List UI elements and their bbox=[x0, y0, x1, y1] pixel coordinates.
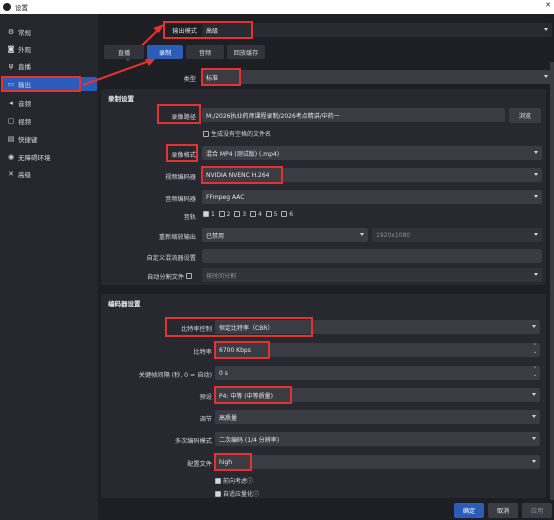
track-5-checkbox[interactable] bbox=[265, 210, 272, 217]
spin-arrows-icon[interactable]: ⌃ ⌄ bbox=[533, 343, 537, 355]
highlight-box-profile bbox=[214, 453, 252, 471]
chevron-down-icon bbox=[532, 460, 536, 463]
multipass-select[interactable]: 二次编码 (1/4 分辨率) bbox=[215, 432, 540, 446]
track-2-checkbox[interactable] bbox=[218, 210, 225, 217]
chevron-down-icon bbox=[534, 233, 538, 236]
highlight-box-output-mode bbox=[163, 21, 253, 39]
track-3-checkbox[interactable] bbox=[234, 210, 241, 217]
arrow-sidebar-to-tab bbox=[82, 59, 153, 86]
browse-button[interactable]: 浏览 bbox=[509, 108, 541, 123]
checkbox[interactable] bbox=[186, 273, 193, 279]
audio-encoder-label: 音频编码器 bbox=[165, 196, 196, 203]
chevron-down-icon bbox=[534, 195, 538, 198]
record-path-field[interactable]: M:/2026执业药师课程录制/2026考点精讲/中药一 bbox=[202, 108, 505, 122]
keyframe-interval-label: 关键帧间隔 (秒, 0 = 自动) bbox=[138, 372, 212, 379]
tab-audio[interactable]: 音频 bbox=[186, 45, 224, 59]
auto-split-option[interactable]: 自动分割文件 bbox=[147, 272, 194, 281]
audio-tracks-label: 音轨 bbox=[183, 214, 196, 221]
highlight-box-rate-control bbox=[165, 317, 313, 337]
auto-split-select[interactable]: 按时间分割 bbox=[202, 268, 542, 282]
no-space-filename-option[interactable]: 生成没有空格的文件名 bbox=[203, 129, 271, 138]
recording-section-title: 录制设置 bbox=[108, 95, 134, 103]
tab-stream[interactable]: 直播 bbox=[104, 45, 144, 59]
highlight-box-record-path bbox=[157, 104, 201, 124]
bitrate-label: 比特率 bbox=[193, 349, 212, 356]
record-format-select[interactable]: 混合 MP4 (测试版) (.mp4) bbox=[202, 146, 542, 160]
scrollbar[interactable] bbox=[550, 62, 554, 500]
help-icon[interactable]: ⓘ bbox=[253, 491, 259, 498]
highlight-box-video-encoder bbox=[201, 166, 283, 184]
chevron-down-icon bbox=[534, 173, 538, 176]
highlight-box-type bbox=[201, 68, 241, 86]
help-icon[interactable]: ⓘ bbox=[247, 478, 253, 485]
checkbox[interactable] bbox=[215, 477, 221, 484]
ok-button[interactable]: 确定 bbox=[454, 503, 484, 518]
track-6-checkbox[interactable] bbox=[281, 210, 288, 217]
rescale-resolution-select[interactable]: 1920x1080 bbox=[372, 228, 542, 242]
highlight-box-bitrate bbox=[214, 341, 270, 359]
audio-tracks-group: 1 2 3 4 5 6 bbox=[203, 210, 293, 218]
chevron-down-icon bbox=[532, 325, 536, 328]
output-mode-select[interactable]: 高级 bbox=[202, 23, 552, 37]
adaptive-quantization-option[interactable]: 自适应量化ⓘ bbox=[215, 489, 259, 498]
profile-label: 配置文件 bbox=[187, 461, 212, 468]
chevron-down-icon bbox=[532, 437, 536, 440]
video-encoder-label: 视频编码器 bbox=[165, 174, 196, 181]
apply-button[interactable]: 应用 bbox=[522, 503, 552, 518]
chevron-down-icon bbox=[360, 233, 364, 236]
lookahead-option[interactable]: 前向考虑ⓘ bbox=[215, 476, 253, 485]
spin-arrows-icon[interactable]: ⌃ ⌄ bbox=[533, 366, 537, 378]
cancel-button[interactable]: 取消 bbox=[488, 503, 518, 518]
highlight-box-preset bbox=[214, 386, 292, 404]
chevron-down-icon bbox=[544, 28, 548, 31]
type-label: 类型 bbox=[183, 76, 196, 83]
custom-muxer-label: 自定义混流器设置 bbox=[146, 255, 197, 262]
chevron-down-icon bbox=[532, 393, 536, 396]
highlight-box-record-format bbox=[166, 144, 198, 162]
chevron-down-icon bbox=[544, 75, 548, 78]
multipass-label: 多次编码模式 bbox=[174, 438, 212, 445]
keyframe-interval-spinbox[interactable]: 0 s ⌃ ⌄ bbox=[215, 366, 540, 380]
preset-label: 预设 bbox=[199, 394, 212, 401]
checkbox[interactable] bbox=[203, 130, 209, 137]
custom-muxer-field[interactable] bbox=[202, 249, 542, 263]
audio-encoder-select[interactable]: FFmpeg AAC bbox=[202, 190, 542, 204]
tab-replay-buffer[interactable]: 回放缓存 bbox=[227, 45, 265, 59]
profile-select[interactable]: high bbox=[215, 455, 540, 469]
encoder-section-title: 编码器设置 bbox=[108, 300, 141, 308]
track-1-checkbox[interactable] bbox=[203, 210, 209, 217]
rescale-output-label: 重新缩放输出 bbox=[158, 234, 196, 241]
tuning-label: 调节 bbox=[199, 416, 212, 423]
tab-recording[interactable]: 录制 bbox=[147, 45, 183, 59]
tuning-select[interactable]: 高质量 bbox=[215, 410, 540, 424]
track-4-checkbox[interactable] bbox=[249, 210, 256, 217]
type-select[interactable]: 标准 bbox=[202, 70, 552, 84]
checkbox[interactable] bbox=[215, 490, 221, 497]
chevron-down-icon bbox=[534, 151, 538, 154]
rescale-output-select[interactable]: 已禁用 bbox=[202, 228, 368, 242]
chevron-down-icon bbox=[532, 415, 536, 418]
chevron-down-icon bbox=[534, 273, 538, 276]
